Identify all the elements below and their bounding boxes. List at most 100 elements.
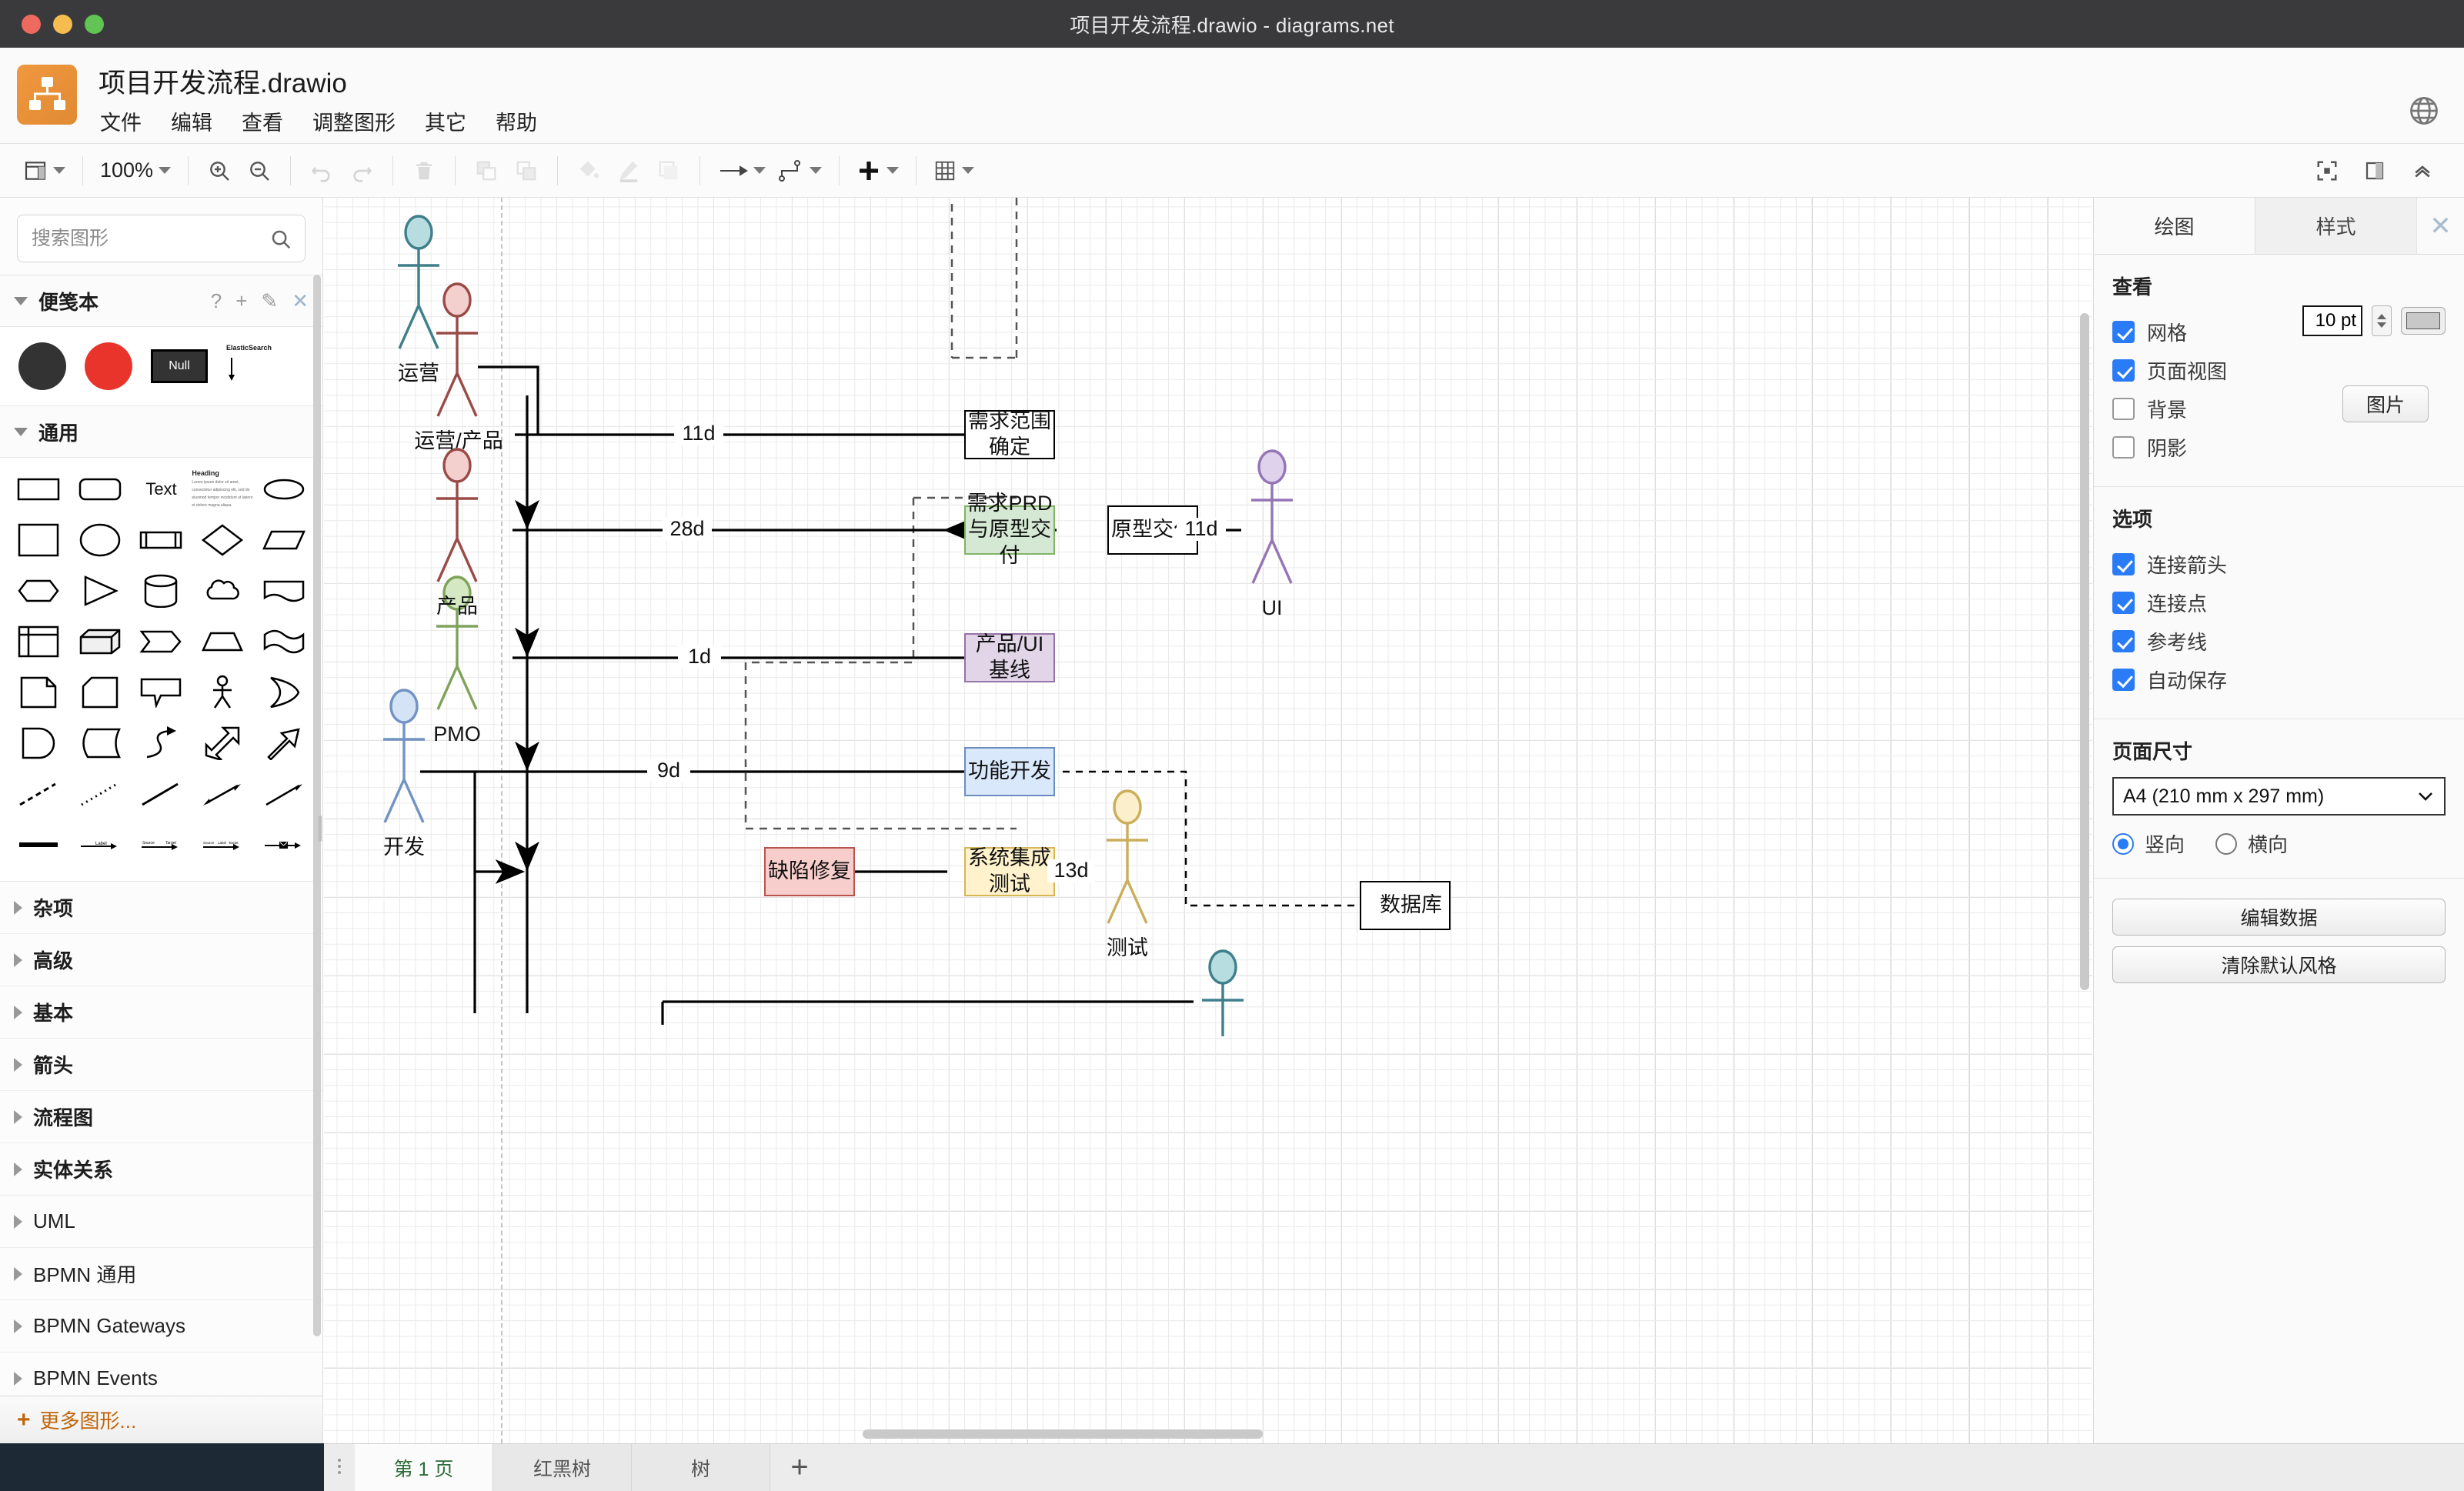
menu-arrange[interactable]: 调整图形 xyxy=(311,105,397,138)
shape-internal-storage[interactable] xyxy=(8,616,69,667)
shape-actor[interactable] xyxy=(192,667,253,718)
redo-icon[interactable] xyxy=(342,151,382,191)
sidebar-item-uml[interactable]: UML xyxy=(0,1196,322,1248)
search-input[interactable] xyxy=(32,227,291,250)
shape-parallelogram[interactable] xyxy=(253,515,315,565)
general-section-header[interactable]: 通用 xyxy=(0,405,322,458)
checkbox-page-view[interactable]: 页面视图 xyxy=(2112,351,2446,389)
sidebar-item-advanced[interactable]: 高级 xyxy=(0,934,322,986)
checkbox-shadow[interactable]: 阴影 xyxy=(2112,428,2446,466)
shape-delay[interactable] xyxy=(8,718,69,769)
shape-ellipse[interactable] xyxy=(253,464,315,515)
sidebar-item-arrows[interactable]: 箭头 xyxy=(0,1039,322,1091)
shadow-checkbox[interactable] xyxy=(2112,435,2135,459)
panel-layout-icon[interactable] xyxy=(17,151,72,191)
page-size-select[interactable]: A4 (210 mm x 297 mm) xyxy=(2112,777,2446,816)
connection-points-checkbox[interactable] xyxy=(2112,591,2135,614)
shape-textbox-heading[interactable]: Heading Lorem ipsum dolor sit amet, conse… xyxy=(192,464,253,515)
help-icon[interactable]: ? xyxy=(211,289,222,313)
shape-curved-arrow[interactable] xyxy=(131,718,192,769)
table-icon[interactable] xyxy=(927,151,980,191)
diagram-canvas[interactable]: 需求范围确定 需求PRD与原型交付 原型交付 产品/UI基线 功能开发 系统集成… xyxy=(324,198,2092,1443)
shape-cube[interactable] xyxy=(69,616,131,667)
node-requirement-scope[interactable]: 需求范围确定 xyxy=(964,409,1055,459)
checkbox-connection-arrows[interactable]: 连接箭头 xyxy=(2112,545,2446,583)
checkbox-autosave[interactable]: 自动保存 xyxy=(2112,660,2446,699)
shape-callout[interactable] xyxy=(131,667,192,718)
checkbox-guides[interactable]: 参考线 xyxy=(2112,622,2446,660)
shape-dashed-line[interactable] xyxy=(8,769,69,819)
maximize-window-button[interactable] xyxy=(85,14,104,34)
node-prd-prototype-delivery[interactable]: 需求PRD与原型交付 xyxy=(964,492,1055,567)
arrow-style-icon[interactable] xyxy=(711,151,772,191)
shape-text[interactable]: Text xyxy=(131,464,192,515)
shape-box-arrow[interactable] xyxy=(253,819,315,870)
node-product-ui-baseline[interactable]: 产品/UI基线 xyxy=(964,632,1055,682)
grid-size-input[interactable]: 10 pt xyxy=(2302,305,2362,336)
sidebar-item-entity-relation[interactable]: 实体关系 xyxy=(0,1143,322,1196)
tab-diagram[interactable]: 绘图 xyxy=(2094,198,2255,254)
shape-labeled-arrow[interactable]: Label xyxy=(69,819,131,870)
shape-note[interactable] xyxy=(8,667,69,718)
shape-hexagon[interactable] xyxy=(8,565,69,616)
page-tab-1[interactable]: 第 1 页 xyxy=(355,1444,493,1491)
sidebar-item-basic[interactable]: 基本 xyxy=(0,986,322,1039)
menu-edit[interactable]: 编辑 xyxy=(169,105,214,138)
waypoint-style-icon[interactable] xyxy=(772,151,828,191)
menu-help[interactable]: 帮助 xyxy=(494,105,539,138)
shape-bidirectional-line-arrow[interactable] xyxy=(192,769,253,819)
fullscreen-icon[interactable] xyxy=(2307,151,2347,191)
minimize-window-button[interactable] xyxy=(53,14,72,34)
node-defect-fix[interactable]: 缺陷修复 xyxy=(764,847,855,896)
search-shapes-box[interactable] xyxy=(17,215,305,262)
background-checkbox[interactable] xyxy=(2112,397,2135,420)
sidebar-item-bpmn-general[interactable]: BPMN 通用 xyxy=(0,1248,322,1300)
scratch-dark-circle[interactable] xyxy=(18,342,66,390)
shape-display[interactable] xyxy=(69,718,131,769)
undo-icon[interactable] xyxy=(302,151,342,191)
close-icon[interactable]: ✕ xyxy=(292,289,309,313)
send-to-back-icon[interactable] xyxy=(506,151,546,191)
shape-rhombus[interactable] xyxy=(192,515,253,565)
close-window-button[interactable] xyxy=(22,14,41,34)
shape-bidirectional-arrow[interactable] xyxy=(192,718,253,769)
sidebar-scrollbar[interactable] xyxy=(313,275,321,1336)
shape-thick-line[interactable] xyxy=(8,819,69,870)
fill-color-icon[interactable] xyxy=(569,151,609,191)
grid-checkbox[interactable] xyxy=(2112,320,2135,343)
shape-cylinder[interactable] xyxy=(131,565,192,616)
clear-default-style-button[interactable]: 清除默认风格 xyxy=(2112,946,2446,983)
shape-rounded-rectangle[interactable] xyxy=(69,464,131,515)
shape-triangle[interactable] xyxy=(69,565,131,616)
scratch-red-circle[interactable] xyxy=(85,342,132,390)
background-image-button[interactable]: 图片 xyxy=(2342,385,2429,422)
checkbox-connection-points[interactable]: 连接点 xyxy=(2112,583,2446,622)
shape-source-target-arrow[interactable]: Source Target xyxy=(131,819,192,870)
sidebar-item-flowchart[interactable]: 流程图 xyxy=(0,1091,322,1143)
line-color-icon[interactable] xyxy=(609,151,649,191)
scratch-elasticsearch-note[interactable]: ElasticSearch xyxy=(226,344,283,389)
add-page-button[interactable]: + xyxy=(770,1444,829,1491)
shape-card[interactable] xyxy=(69,667,131,718)
node-system-integration-test[interactable]: 系统集成测试 xyxy=(964,846,1055,896)
shape-circle[interactable] xyxy=(69,515,131,565)
edit-data-button[interactable]: 编辑数据 xyxy=(2112,899,2446,936)
shape-single-arrow[interactable] xyxy=(253,718,315,769)
shape-dotted-line[interactable] xyxy=(69,769,131,819)
bring-to-front-icon[interactable] xyxy=(466,151,506,191)
shape-line[interactable] xyxy=(131,769,192,819)
connection-arrows-checkbox[interactable] xyxy=(2112,552,2135,575)
page-tab-3[interactable]: 树 xyxy=(632,1444,770,1491)
drag-grip-icon[interactable] xyxy=(324,1444,355,1491)
landscape-radio[interactable] xyxy=(2215,832,2238,855)
guides-checkbox[interactable] xyxy=(2112,629,2135,652)
scratchpad-header[interactable]: 便笺本 ? + ✎ ✕ xyxy=(0,275,322,327)
shape-square[interactable] xyxy=(8,515,69,565)
insert-plus-icon[interactable] xyxy=(850,151,905,191)
shape-three-label-arrow[interactable]: Source Label Target xyxy=(192,819,253,870)
add-icon[interactable]: + xyxy=(235,289,247,313)
shape-tape[interactable] xyxy=(253,616,315,667)
close-icon[interactable]: ✕ xyxy=(2416,198,2464,254)
shape-document[interactable] xyxy=(253,565,315,616)
shape-process[interactable] xyxy=(131,515,192,565)
